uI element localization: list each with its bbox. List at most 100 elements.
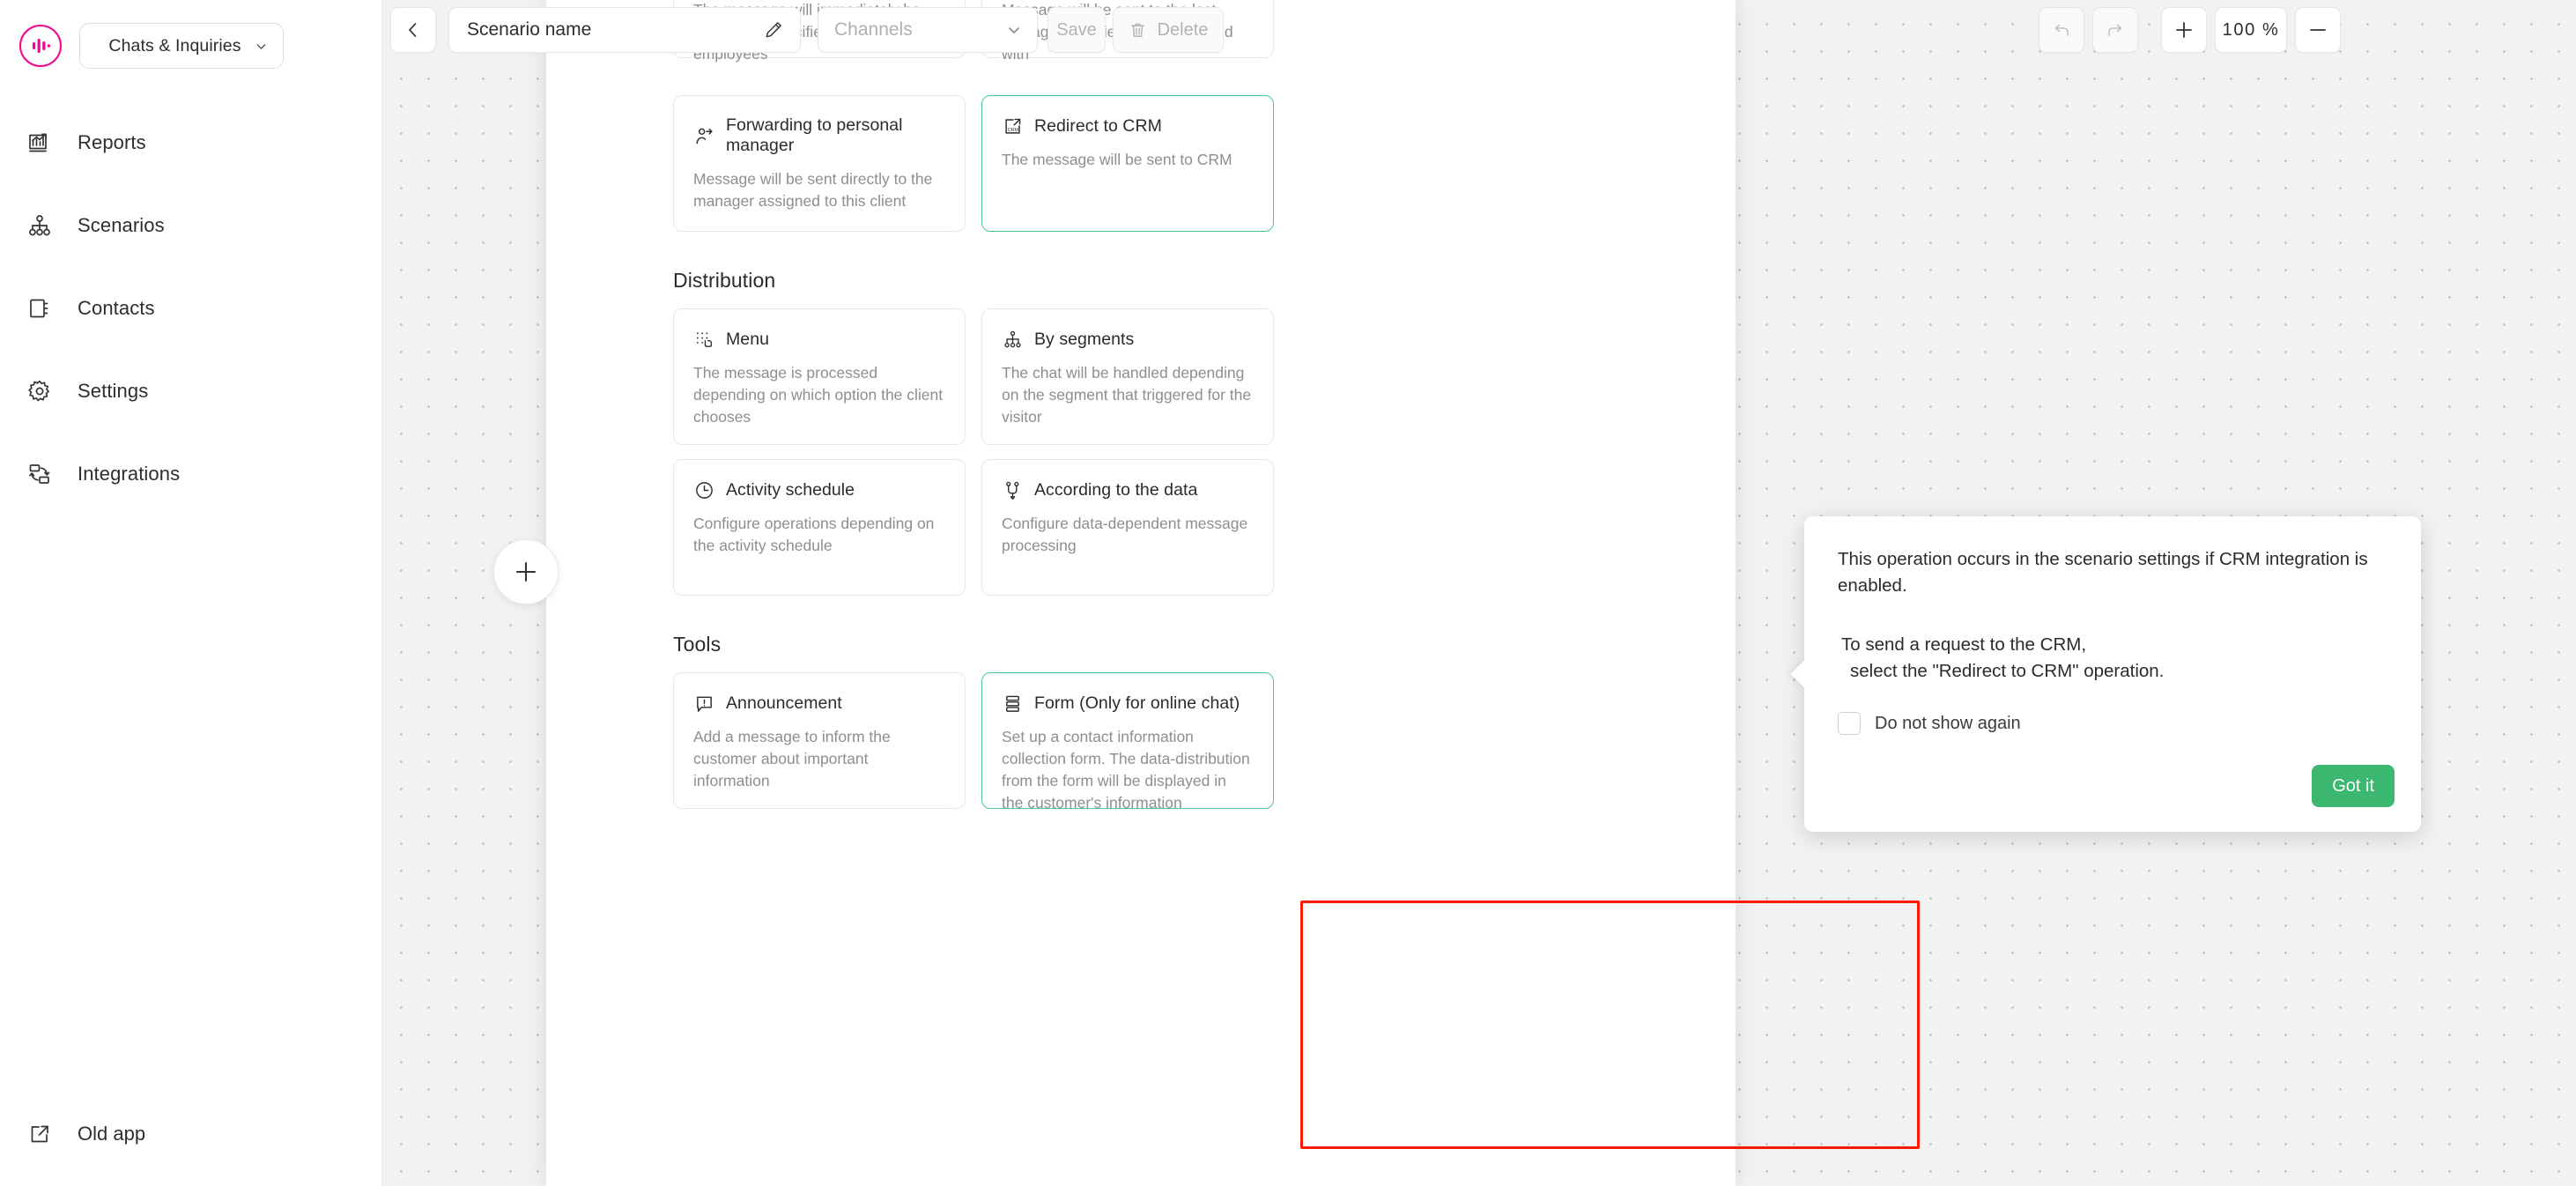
- gear-icon: [25, 376, 55, 406]
- tooltip-paragraph-2-line-1: To send a request to the CRM,: [1841, 634, 2087, 656]
- redo-button[interactable]: [2092, 7, 2138, 53]
- add-node-button[interactable]: [493, 539, 559, 604]
- pencil-icon[interactable]: [763, 19, 784, 41]
- zoom-in-button[interactable]: [2161, 7, 2207, 53]
- operations-group-tools: Announcement Add a message to inform the…: [673, 672, 1736, 812]
- card-title: According to the data: [1034, 479, 1198, 500]
- sidebar-item-label: Contacts: [78, 296, 155, 319]
- channels-placeholder: Channels: [834, 19, 913, 40]
- card-description: The chat will be handled depending on th…: [1002, 364, 1252, 426]
- card-head: Announcement: [693, 693, 944, 714]
- sidebar-item-settings[interactable]: Settings: [0, 370, 381, 411]
- operation-card-forwarding-to-personal-manager[interactable]: Forwarding to personal manager Message w…: [673, 95, 966, 232]
- user-forward-icon: [693, 125, 714, 146]
- channels-select[interactable]: Channels: [818, 7, 1038, 53]
- undo-button[interactable]: [2039, 7, 2084, 53]
- sidebar-item-label: Reports: [78, 130, 146, 153]
- sidebar: Chats & Inquiries Reports Scenarios Cont…: [0, 0, 382, 1186]
- svg-text:CRM: CRM: [1007, 127, 1018, 132]
- sidebar-item-label: Integrations: [78, 462, 181, 485]
- do-not-show-again-label: Do not show again: [1875, 713, 2021, 733]
- delete-button[interactable]: Delete: [1113, 7, 1224, 53]
- card-title: Announcement: [726, 693, 842, 713]
- plus-icon: [2176, 22, 2192, 38]
- card-description: The message will be sent to CRM: [1002, 151, 1232, 168]
- workspace-selector[interactable]: Chats & Inquiries: [79, 23, 284, 69]
- card-head: Menu: [693, 329, 944, 350]
- plus-icon: [515, 561, 537, 582]
- segments-tree-icon: [1002, 329, 1023, 350]
- crm-info-tooltip: This operation occurs in the scenario se…: [1804, 516, 2421, 832]
- section-title-tools: Tools: [673, 633, 722, 656]
- operation-card-activity-schedule[interactable]: Activity schedule Configure operations d…: [673, 459, 966, 596]
- save-label: Save: [1056, 19, 1097, 40]
- card-description: Configure operations depending on the ac…: [693, 515, 935, 554]
- do-not-show-again-checkbox[interactable]: [1838, 712, 1861, 736]
- sidebar-item-contacts[interactable]: Contacts: [0, 287, 381, 329]
- card-description: Configure data-dependent message process…: [1002, 515, 1248, 554]
- do-not-show-again-row[interactable]: Do not show again: [1838, 712, 2389, 736]
- sidebar-item-reports[interactable]: Reports: [0, 122, 381, 163]
- card-head: CRM Redirect to CRM: [1002, 115, 1252, 137]
- scenario-name-field[interactable]: Scenario name: [448, 7, 801, 53]
- announcement-bubble-icon: [693, 693, 714, 714]
- operations-panel-scroll: The message will immediately be sent to …: [546, 0, 1736, 846]
- scenarios-tree-icon: [25, 211, 55, 241]
- sidebar-item-old-app[interactable]: Old app: [0, 1119, 145, 1149]
- sidebar-nav: Reports Scenarios Contacts Settings Inte…: [0, 122, 381, 494]
- sidebar-item-integrations[interactable]: Integrations: [0, 453, 381, 494]
- card-head: Forwarding to personal manager: [693, 115, 944, 156]
- card-description: The message is processed depending on wh…: [693, 364, 944, 426]
- menu-click-icon: [693, 329, 714, 350]
- card-title: Form (Only for online chat): [1034, 693, 1240, 713]
- workspace-label: Chats & Inquiries: [108, 35, 241, 56]
- chevron-left-icon: [409, 23, 417, 37]
- sidebar-item-label: Old app: [78, 1123, 146, 1145]
- save-button[interactable]: Save: [1047, 7, 1106, 53]
- crm-external-icon: CRM: [1002, 115, 1023, 137]
- operations-group-distribution: Menu The message is processed depending …: [673, 308, 1736, 596]
- operation-card-form-online-chat[interactable]: Form (Only for online chat) Set up a con…: [981, 672, 1274, 812]
- delete-label: Delete: [1157, 19, 1209, 40]
- tooltip-paragraph-2: To send a request to the CRM, select the…: [1838, 632, 2389, 684]
- minus-icon: [2310, 29, 2326, 31]
- card-title: Forwarding to personal manager: [726, 115, 903, 155]
- trash-icon: [1130, 23, 1144, 37]
- clock-icon: [693, 479, 714, 500]
- form-rows-icon: [1002, 693, 1023, 714]
- redo-arrow-icon: [2108, 24, 2122, 36]
- operation-card-by-segments[interactable]: By segments The chat will be handled dep…: [981, 308, 1274, 445]
- chart-report-icon: [25, 128, 55, 158]
- scenario-canvas[interactable]: The message will immediately be sent to …: [382, 0, 2576, 1186]
- sidebar-header: Chats & Inquiries: [0, 0, 381, 69]
- operations-group-routing: Forwarding to personal manager Message w…: [673, 95, 1736, 232]
- card-head: Form (Only for online chat): [1002, 693, 1252, 714]
- sidebar-item-label: Scenarios: [78, 213, 165, 236]
- integrations-sync-icon: [25, 459, 55, 489]
- zoom-out-button[interactable]: [2295, 7, 2341, 53]
- operation-card-redirect-to-crm[interactable]: CRM Redirect to CRM The message will be …: [981, 95, 1274, 232]
- card-title: By segments: [1034, 329, 1135, 349]
- operation-card-menu[interactable]: Menu The message is processed depending …: [673, 308, 966, 445]
- back-button[interactable]: [390, 7, 436, 53]
- card-title: Redirect to CRM: [1034, 115, 1162, 136]
- contacts-book-icon: [25, 293, 55, 323]
- undo-arrow-icon: [2054, 24, 2069, 36]
- zoom-level-value: 100 %: [2222, 19, 2280, 40]
- card-title: Activity schedule: [726, 479, 855, 500]
- data-branch-icon: [1002, 479, 1023, 500]
- operation-card-according-to-the-data[interactable]: According to the data Configure data-dep…: [981, 459, 1274, 596]
- sidebar-item-label: Settings: [78, 379, 149, 402]
- sidebar-item-scenarios[interactable]: Scenarios: [0, 204, 381, 246]
- scenario-name-value: Scenario name: [467, 19, 592, 40]
- chevron-down-icon: [256, 43, 266, 49]
- card-description: Set up a contact information collection …: [1002, 728, 1250, 812]
- got-it-button[interactable]: Got it: [2312, 765, 2395, 807]
- chevron-down-icon: [1009, 27, 1019, 33]
- zoom-level-display[interactable]: 100 %: [2215, 7, 2287, 53]
- external-link-icon: [25, 1119, 55, 1149]
- operation-card-announcement[interactable]: Announcement Add a message to inform the…: [673, 672, 966, 809]
